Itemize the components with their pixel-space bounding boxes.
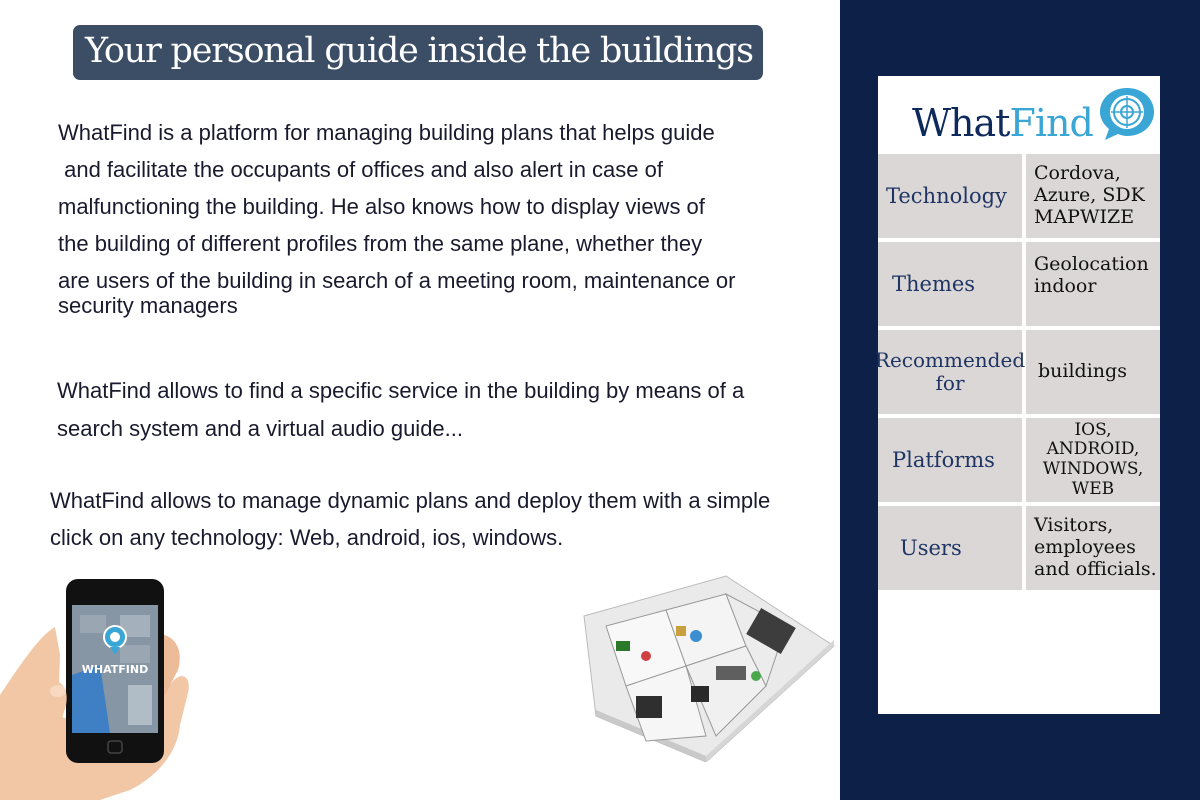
logo-wordmark: WhatFind <box>912 100 1094 146</box>
description-paragraph-2: WhatFind allows to find a specific servi… <box>57 372 744 448</box>
row-value: Visitors, employees and officials. <box>1026 506 1160 590</box>
row-label: Themes <box>878 242 1022 326</box>
row-value-text: Geolocation indoor <box>1034 253 1149 297</box>
whatfind-logo: WhatFind <box>878 76 1160 152</box>
row-label: Users <box>878 506 1022 590</box>
paragraph-line: search system and a virtual audio guide.… <box>57 416 464 441</box>
paragraph-line: WhatFind is a platform for managing buil… <box>58 120 715 145</box>
location-bubble-icon <box>1100 88 1154 140</box>
row-label: Platforms <box>878 418 1022 502</box>
headline-banner: Your personal guide inside the buildings <box>73 25 763 80</box>
row-value: Cordova, Azure, SDK MAPWIZE <box>1026 154 1160 238</box>
floor-plan-3d-image <box>583 575 835 762</box>
row-label-text: Recommended for <box>874 348 1026 395</box>
row-value-text: buildings <box>1038 360 1127 383</box>
phone-screen-label: WHATFIND <box>82 663 148 676</box>
logo-find: Find <box>1009 101 1093 145</box>
row-label-text: Themes <box>892 271 976 296</box>
paragraph-line: malfunctioning the building. He also kno… <box>58 194 705 219</box>
table-row: Recommended for buildings <box>874 330 1160 414</box>
description-paragraph-3: WhatFind allows to manage dynamic plans … <box>50 482 770 556</box>
table-row: Platforms IOS, ANDROID, WINDOWS, WEB <box>878 418 1160 502</box>
row-label: Recommended for <box>874 330 1026 414</box>
logo-what: What <box>912 101 1010 145</box>
row-label: Technology <box>878 154 1022 238</box>
row-label-text: Technology <box>886 183 1007 208</box>
paragraph-line: the building of different profiles from … <box>58 231 703 256</box>
row-label-text: Platforms <box>892 447 995 472</box>
table-row: Themes Geolocation indoor <box>878 242 1160 326</box>
row-value: buildings <box>1026 330 1160 414</box>
row-value: Geolocation indoor <box>1026 242 1160 326</box>
row-value-text: Cordova, Azure, SDK MAPWIZE <box>1034 162 1145 228</box>
phone-in-hand-image: WHATFIND <box>0 579 189 800</box>
paragraph-line: and facilitate the occupants of offices … <box>58 157 663 182</box>
row-value-text: Visitors, employees and officials. <box>1034 514 1157 580</box>
row-value: IOS, ANDROID, WINDOWS, WEB <box>1026 418 1160 502</box>
paragraph-line: click on any technology: Web, android, i… <box>50 525 564 550</box>
description-paragraph-1: WhatFind is a platform for managing buil… <box>58 114 736 324</box>
paragraph-line: WhatFind allows to find a specific servi… <box>57 378 745 403</box>
row-label-text: Users <box>900 535 962 560</box>
table-row: Users Visitors, employees and officials. <box>878 506 1160 590</box>
page-title: Your personal guide inside the buildings <box>85 31 754 71</box>
paragraph-line: WhatFind allows to manage dynamic plans … <box>50 488 771 513</box>
row-value-text: IOS, ANDROID, WINDOWS, WEB <box>1042 419 1144 499</box>
info-card: WhatFind Technology Cordova, Azure, SDK … <box>874 76 1160 714</box>
table-row: Technology Cordova, Azure, SDK MAPWIZE <box>878 154 1160 238</box>
